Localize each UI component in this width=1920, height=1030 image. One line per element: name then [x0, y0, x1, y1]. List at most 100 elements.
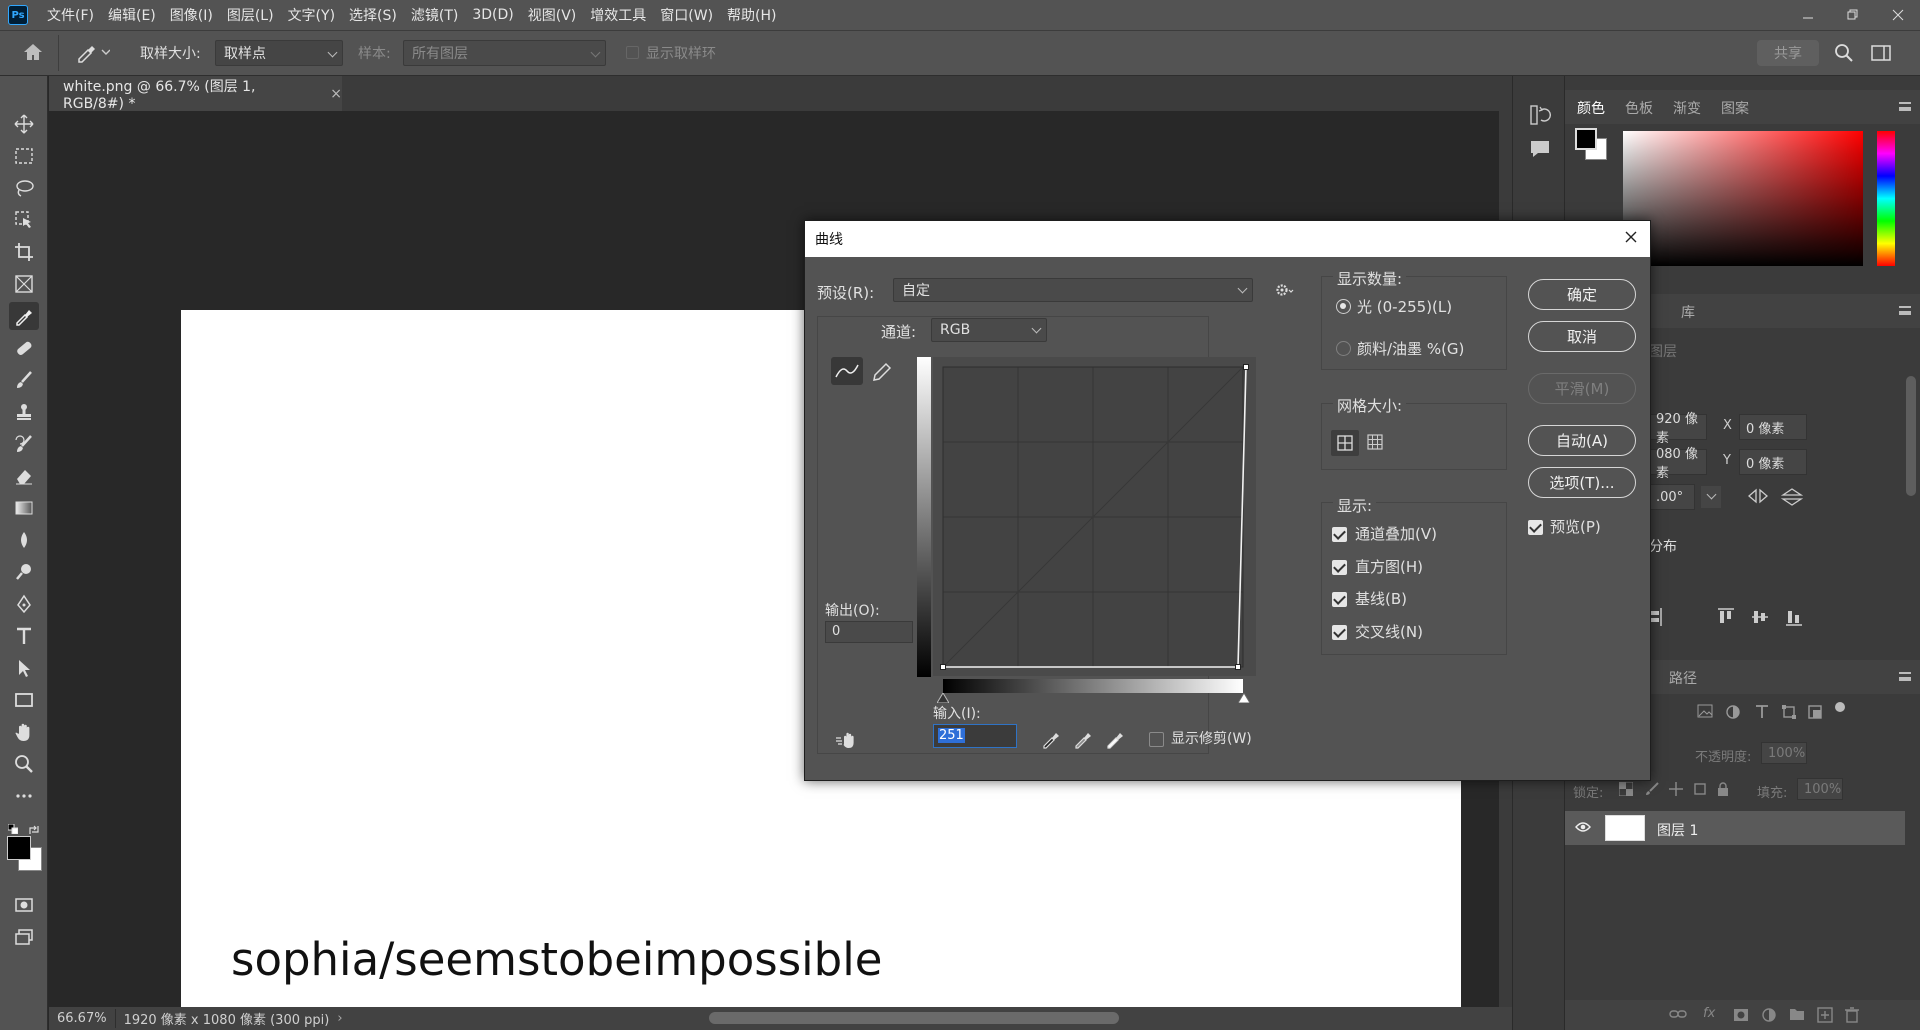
filter-type-icon[interactable]: [1755, 704, 1769, 718]
rectangle-tool-icon[interactable]: [9, 686, 39, 714]
eyedropper-tool-icon[interactable]: [9, 302, 39, 330]
output-field[interactable]: 0: [825, 621, 913, 643]
minimize-button[interactable]: [1785, 0, 1830, 30]
canvas-horizontal-scrollbar[interactable]: [709, 1012, 1119, 1024]
detailed-grid-icon[interactable]: [1367, 434, 1383, 450]
edit-points-curve-icon[interactable]: [831, 357, 863, 385]
menu-3d[interactable]: 3D(D): [465, 7, 520, 23]
dialog-close-icon[interactable]: [1624, 230, 1638, 244]
menu-view[interactable]: 视图(V): [521, 5, 584, 25]
history-brush-tool-icon[interactable]: [9, 430, 39, 458]
panel-foreground-swatch[interactable]: [1575, 128, 1597, 150]
lock-transparent-icon[interactable]: [1619, 782, 1633, 796]
close-tab-icon[interactable]: ×: [330, 86, 342, 102]
lock-image-icon[interactable]: [1645, 782, 1659, 796]
gradient-tool-icon[interactable]: [9, 494, 39, 522]
align-bottom-icon[interactable]: [1785, 608, 1803, 626]
filter-toggle-icon[interactable]: [1835, 702, 1845, 712]
intersection-line-checkbox[interactable]: [1332, 625, 1347, 640]
share-button[interactable]: 共享: [1757, 40, 1819, 66]
white-point-eyedropper-icon[interactable]: [1105, 729, 1125, 749]
layer-row[interactable]: 图层 1: [1565, 811, 1905, 845]
eyedropper-tool-preset-icon[interactable]: [76, 41, 110, 63]
lock-all-icon[interactable]: [1717, 782, 1729, 796]
flip-vertical-icon[interactable]: [1781, 488, 1803, 506]
tab-libraries[interactable]: 库: [1681, 302, 1695, 322]
marquee-tool-icon[interactable]: [9, 142, 39, 170]
layer-name[interactable]: 图层 1: [1657, 820, 1698, 840]
type-tool-icon[interactable]: [9, 622, 39, 650]
gray-point-eyedropper-icon[interactable]: [1073, 729, 1093, 749]
close-window-button[interactable]: [1875, 0, 1920, 30]
sample-select[interactable]: 所有图层: [403, 40, 606, 66]
angle-field[interactable]: .00°: [1649, 484, 1695, 510]
preset-select[interactable]: 自定: [893, 278, 1253, 302]
auto-button[interactable]: 自动(A): [1528, 425, 1636, 456]
lock-position-icon[interactable]: [1669, 782, 1683, 796]
align-vertical-center-icon[interactable]: [1751, 608, 1769, 626]
align-top-icon[interactable]: [1717, 608, 1735, 626]
channel-overlay-checkbox[interactable]: [1332, 527, 1347, 542]
opacity-field[interactable]: 100%: [1761, 742, 1807, 764]
height-field[interactable]: 080 像素: [1649, 447, 1707, 481]
smooth-button[interactable]: 平滑(M): [1528, 373, 1636, 404]
hand-tool-icon[interactable]: [9, 718, 39, 746]
quick-mask-icon[interactable]: [9, 891, 39, 919]
new-layer-icon[interactable]: [1817, 1007, 1833, 1023]
path-selection-tool-icon[interactable]: [9, 654, 39, 682]
lock-artboard-icon[interactable]: [1693, 782, 1707, 796]
dialog-title-bar[interactable]: 曲线: [805, 221, 1650, 257]
filter-pixel-icon[interactable]: [1697, 704, 1713, 718]
workspace-icon[interactable]: [1871, 44, 1891, 62]
input-field[interactable]: 251: [933, 724, 1017, 748]
align-partial-icon[interactable]: [1651, 608, 1665, 626]
preview-checkbox[interactable]: [1528, 520, 1543, 535]
zoom-level[interactable]: 66.67%: [49, 1011, 115, 1026]
tab-gradients[interactable]: 渐变: [1673, 98, 1701, 118]
blur-tool-icon[interactable]: [9, 526, 39, 554]
filter-adjustment-icon[interactable]: [1725, 704, 1741, 720]
options-button[interactable]: 选项(T)...: [1528, 467, 1636, 498]
tab-paths[interactable]: 路径: [1669, 668, 1697, 688]
color-field[interactable]: [1623, 131, 1863, 266]
link-layers-icon[interactable]: [1669, 1008, 1687, 1020]
curve-graph[interactable]: [933, 357, 1257, 677]
menu-plugins[interactable]: 增效工具: [583, 5, 653, 25]
menu-type[interactable]: 文字(Y): [281, 5, 342, 25]
eraser-tool-icon[interactable]: [9, 462, 39, 490]
pen-tool-icon[interactable]: [9, 590, 39, 618]
x-field[interactable]: 0 像素: [1739, 414, 1807, 440]
add-mask-icon[interactable]: [1733, 1008, 1749, 1022]
status-menu-icon[interactable]: ›: [337, 1011, 342, 1026]
move-tool-icon[interactable]: [9, 110, 39, 138]
object-selection-tool-icon[interactable]: [9, 206, 39, 234]
new-group-icon[interactable]: [1789, 1007, 1805, 1021]
light-radio[interactable]: [1336, 299, 1351, 314]
delete-layer-icon[interactable]: [1845, 1007, 1859, 1023]
screen-mode-icon[interactable]: [9, 923, 39, 951]
restore-button[interactable]: [1830, 0, 1875, 30]
default-colors-icon[interactable]: [8, 824, 18, 834]
menu-select[interactable]: 选择(S): [342, 5, 404, 25]
lasso-tool-icon[interactable]: [9, 174, 39, 202]
search-icon[interactable]: [1834, 43, 1854, 63]
adjustment-layer-icon[interactable]: [1761, 1007, 1777, 1023]
comments-panel-icon[interactable]: [1529, 138, 1551, 160]
layer-visibility-icon[interactable]: [1575, 821, 1591, 833]
simple-grid-icon[interactable]: [1331, 430, 1359, 456]
pigment-radio[interactable]: [1336, 341, 1351, 356]
preset-options-gear-icon[interactable]: [1275, 282, 1295, 298]
tab-swatches[interactable]: 色板: [1625, 98, 1653, 118]
hue-slider[interactable]: [1877, 131, 1895, 266]
history-panel-icon[interactable]: [1529, 104, 1551, 126]
crop-tool-icon[interactable]: [9, 238, 39, 266]
menu-image[interactable]: 图像(I): [163, 5, 220, 25]
flip-horizontal-icon[interactable]: [1747, 488, 1769, 504]
home-icon[interactable]: [22, 42, 44, 62]
menu-edit[interactable]: 编辑(E): [101, 5, 163, 25]
healing-brush-tool-icon[interactable]: [9, 334, 39, 362]
tab-color[interactable]: 颜色: [1577, 98, 1605, 118]
more-tools-icon[interactable]: [9, 782, 39, 810]
color-panel-menu-icon[interactable]: [1899, 102, 1911, 111]
brush-tool-icon[interactable]: [9, 366, 39, 394]
